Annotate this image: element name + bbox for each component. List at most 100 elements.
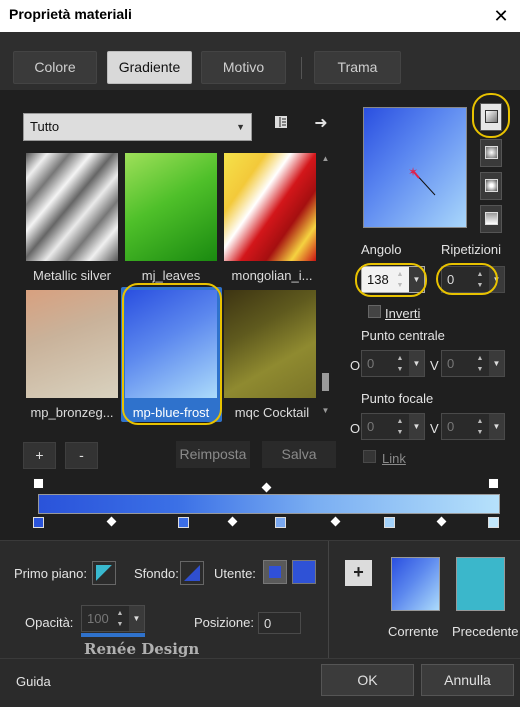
category-dropdown[interactable]: Tutto ▼ <box>23 113 252 141</box>
rectangular-style-button[interactable] <box>480 139 502 167</box>
library-icon[interactable] <box>270 114 292 136</box>
background-label: Sfondo: <box>134 566 179 581</box>
link-label: Link <box>382 451 406 466</box>
gradient-thumb-mongolian[interactable] <box>224 153 316 261</box>
sunburst-gradient-icon <box>485 179 498 192</box>
linear-gradient-icon <box>485 110 498 123</box>
color-stop[interactable] <box>488 517 499 528</box>
watermark: Renée Design <box>84 640 200 658</box>
color-stop[interactable] <box>178 517 189 528</box>
chevron-down-icon[interactable]: ▼ <box>409 351 424 376</box>
spinner-arrows-icon[interactable]: ▲ ▼ <box>113 608 127 630</box>
user-label: Utente: <box>214 566 256 581</box>
stop-properties-panel <box>0 540 520 658</box>
scrollbar-thumb[interactable] <box>322 373 329 391</box>
center-v-field[interactable]: 0 ▲ ▼ ▼ <box>441 350 505 377</box>
gradient-thumb-mqc-cocktail[interactable] <box>224 290 316 398</box>
chevron-down-icon: ▼ <box>236 122 245 132</box>
gradient-thumb-mj-leaves[interactable] <box>125 153 217 261</box>
linear-style-button[interactable] <box>480 103 502 131</box>
scroll-up-icon[interactable]: ▲ <box>319 154 332 163</box>
close-icon[interactable]: ✕ <box>490 5 512 27</box>
background-swatch[interactable] <box>180 561 204 585</box>
previous-label: Precedente <box>452 624 519 639</box>
sunburst-style-button[interactable] <box>480 172 502 200</box>
add-to-swatches-button[interactable]: + <box>345 560 372 586</box>
spinner-arrows-icon[interactable]: ▲ ▼ <box>393 416 407 438</box>
focal-v-value: 0 <box>447 419 455 434</box>
center-v-label: V <box>430 358 439 373</box>
chevron-down-icon[interactable]: ▼ <box>489 414 504 439</box>
current-label: Corrente <box>388 624 439 639</box>
help-link[interactable]: Guida <box>16 674 51 689</box>
divider <box>328 541 329 658</box>
invert-label: Inverti <box>385 306 421 321</box>
remove-gradient-button[interactable]: - <box>65 442 98 469</box>
gradient-thumb-mp-bronzeg[interactable] <box>26 290 118 398</box>
center-o-field[interactable]: 0 ▲ ▼ ▼ <box>361 350 425 377</box>
tab-colore[interactable]: Colore <box>13 51 97 84</box>
user-color-toggle[interactable] <box>263 560 287 584</box>
gradient-label: mj_leaves <box>141 268 201 283</box>
foreground-label: Primo piano: <box>14 566 87 581</box>
focal-point-label: Punto focale <box>361 391 434 406</box>
opacity-label: Opacità: <box>25 615 74 630</box>
chevron-down-icon[interactable]: ▼ <box>409 414 424 439</box>
opacity-slider-bar[interactable] <box>81 633 145 637</box>
ok-button[interactable]: OK <box>321 664 414 696</box>
focal-v-field[interactable]: 0 ▲ ▼ ▼ <box>441 413 505 440</box>
tab-gradiente[interactable]: Gradiente <box>107 51 192 84</box>
foreground-swatch[interactable] <box>92 561 116 585</box>
center-o-label: O <box>350 358 361 373</box>
title-bar: Proprietà materiali ✕ <box>0 0 520 32</box>
color-stop[interactable] <box>33 517 44 528</box>
color-stop[interactable] <box>275 517 286 528</box>
scroll-down-icon[interactable]: ▼ <box>319 406 332 415</box>
window-title: Proprietà materiali <box>9 6 132 22</box>
cancel-button[interactable]: Annulla <box>421 664 514 696</box>
add-gradient-button[interactable]: + <box>23 442 56 469</box>
spinner-arrows-icon[interactable]: ▲ ▼ <box>473 416 487 438</box>
position-label: Posizione: <box>194 615 254 630</box>
invert-checkbox[interactable] <box>368 305 381 318</box>
svg-text:✶: ✶ <box>408 165 418 179</box>
chevron-down-icon[interactable]: ▼ <box>129 606 144 631</box>
user-color-swatch[interactable] <box>292 560 316 584</box>
center-point-label: Punto centrale <box>361 328 445 343</box>
rectangular-gradient-icon <box>485 146 498 159</box>
gradient-label: Metallic silver <box>32 268 111 283</box>
link-checkbox[interactable] <box>363 450 376 463</box>
opacity-field[interactable]: 100 ▲ ▼ ▼ <box>81 605 145 632</box>
transparency-stop-end[interactable] <box>488 478 499 489</box>
previous-material-swatch[interactable] <box>456 557 505 611</box>
gradient-label: mqc Cocktail <box>234 405 310 420</box>
tab-separator <box>301 57 302 79</box>
gradient-preview[interactable]: ✶ <box>363 107 467 228</box>
tab-trama[interactable]: Trama <box>314 51 401 84</box>
spinner-arrows-icon[interactable]: ▲ ▼ <box>393 353 407 375</box>
transparency-stop-start[interactable] <box>33 478 44 489</box>
gradient-label: mp_bronzeg... <box>30 405 114 420</box>
category-dropdown-value: Tutto <box>30 119 60 134</box>
focal-o-value: 0 <box>367 419 375 434</box>
focal-o-label: O <box>350 421 361 436</box>
current-material-swatch[interactable] <box>391 557 440 611</box>
spinner-arrows-icon[interactable]: ▲ ▼ <box>473 353 487 375</box>
color-stop[interactable] <box>384 517 395 528</box>
arrow-right-icon[interactable]: ➜ <box>310 113 332 135</box>
gradient-editor-bar[interactable] <box>38 494 500 514</box>
tab-motivo[interactable]: Motivo <box>201 51 286 84</box>
position-value: 0 <box>264 616 272 631</box>
gradient-list-scrollbar[interactable]: ▲ ▼ <box>319 152 332 418</box>
radial-gradient-icon <box>485 212 498 225</box>
save-button[interactable]: Salva <box>262 441 336 468</box>
radial-style-button[interactable] <box>480 205 502 233</box>
chevron-down-icon[interactable]: ▼ <box>489 351 504 376</box>
highlight-ring <box>355 263 427 297</box>
focal-o-field[interactable]: 0 ▲ ▼ ▼ <box>361 413 425 440</box>
reset-button[interactable]: Reimposta <box>176 441 250 468</box>
position-field[interactable]: 0 <box>258 612 301 634</box>
gradient-thumb-metallic-silver[interactable] <box>26 153 118 261</box>
highlight-ring <box>436 263 498 295</box>
highlight-ring <box>122 283 222 425</box>
